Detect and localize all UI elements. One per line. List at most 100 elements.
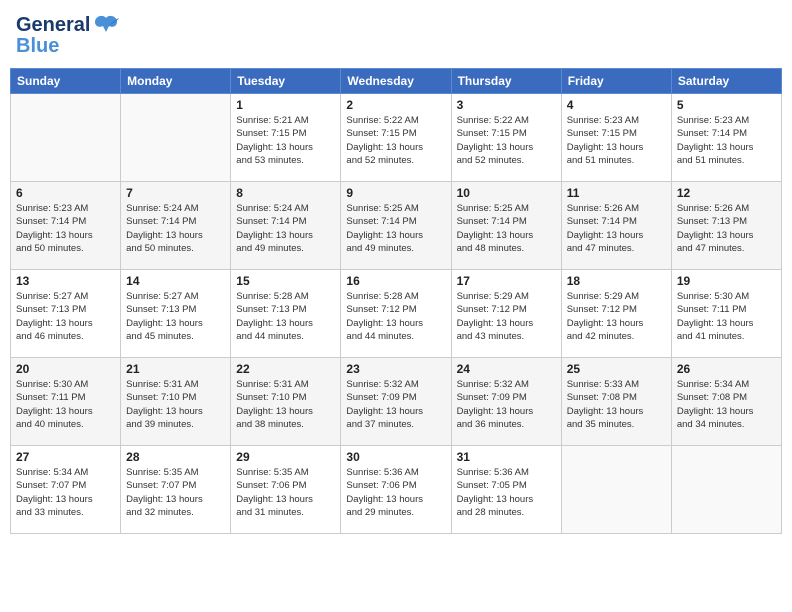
weekday-header-tuesday: Tuesday — [231, 69, 341, 94]
day-info: Sunrise: 5:31 AM Sunset: 7:10 PM Dayligh… — [126, 378, 225, 431]
day-number: 14 — [126, 274, 225, 288]
day-info: Sunrise: 5:32 AM Sunset: 7:09 PM Dayligh… — [457, 378, 556, 431]
calendar-day-cell: 12 Sunrise: 5:26 AM Sunset: 7:13 PM Dayli… — [671, 182, 781, 270]
calendar-day-cell — [561, 446, 671, 534]
day-number: 25 — [567, 362, 666, 376]
day-number: 30 — [346, 450, 445, 464]
calendar-day-cell: 1 Sunrise: 5:21 AM Sunset: 7:15 PM Daylig… — [231, 94, 341, 182]
day-number: 4 — [567, 98, 666, 112]
day-number: 2 — [346, 98, 445, 112]
calendar-day-cell: 16 Sunrise: 5:28 AM Sunset: 7:12 PM Dayli… — [341, 270, 451, 358]
day-info: Sunrise: 5:29 AM Sunset: 7:12 PM Dayligh… — [567, 290, 666, 343]
logo-bird-icon — [93, 14, 119, 36]
day-info: Sunrise: 5:33 AM Sunset: 7:08 PM Dayligh… — [567, 378, 666, 431]
calendar-day-cell: 14 Sunrise: 5:27 AM Sunset: 7:13 PM Dayli… — [121, 270, 231, 358]
day-number: 12 — [677, 186, 776, 200]
calendar-week-row: 20Sunrise: 5:30 AM Sunset: 7:11 PM Dayli… — [11, 358, 782, 446]
calendar-week-row: 1 Sunrise: 5:21 AM Sunset: 7:15 PM Daylig… — [11, 94, 782, 182]
day-number: 22 — [236, 362, 335, 376]
day-number: 19 — [677, 274, 776, 288]
calendar-day-cell: 30 Sunrise: 5:36 AM Sunset: 7:06 PM Dayli… — [341, 446, 451, 534]
day-number: 28 — [126, 450, 225, 464]
day-number: 3 — [457, 98, 556, 112]
calendar-day-cell: 4Sunrise: 5:23 AM Sunset: 7:15 PM Daylig… — [561, 94, 671, 182]
calendar-day-cell: 17 Sunrise: 5:29 AM Sunset: 7:12 PM Dayli… — [451, 270, 561, 358]
day-number: 29 — [236, 450, 335, 464]
day-info: Sunrise: 5:23 AM Sunset: 7:14 PM Dayligh… — [677, 114, 776, 167]
day-number: 8 — [236, 186, 335, 200]
logo: General Blue — [16, 14, 119, 56]
calendar-day-cell: 18 Sunrise: 5:29 AM Sunset: 7:12 PM Dayli… — [561, 270, 671, 358]
day-number: 21 — [126, 362, 225, 376]
day-info: Sunrise: 5:24 AM Sunset: 7:14 PM Dayligh… — [236, 202, 335, 255]
day-info: Sunrise: 5:27 AM Sunset: 7:13 PM Dayligh… — [126, 290, 225, 343]
weekday-header-saturday: Saturday — [671, 69, 781, 94]
day-info: Sunrise: 5:24 AM Sunset: 7:14 PM Dayligh… — [126, 202, 225, 255]
day-number: 18 — [567, 274, 666, 288]
day-number: 6 — [16, 186, 115, 200]
day-info: Sunrise: 5:35 AM Sunset: 7:06 PM Dayligh… — [236, 466, 335, 519]
day-info: Sunrise: 5:22 AM Sunset: 7:15 PM Dayligh… — [457, 114, 556, 167]
calendar-day-cell: 13 Sunrise: 5:27 AM Sunset: 7:13 PM Dayli… — [11, 270, 121, 358]
day-number: 10 — [457, 186, 556, 200]
day-info: Sunrise: 5:22 AM Sunset: 7:15 PM Dayligh… — [346, 114, 445, 167]
day-number: 23 — [346, 362, 445, 376]
calendar-week-row: 6Sunrise: 5:23 AM Sunset: 7:14 PM Daylig… — [11, 182, 782, 270]
weekday-header-friday: Friday — [561, 69, 671, 94]
calendar-week-row: 27 Sunrise: 5:34 AM Sunset: 7:07 PM Dayli… — [11, 446, 782, 534]
day-info: Sunrise: 5:34 AM Sunset: 7:08 PM Dayligh… — [677, 378, 776, 431]
calendar-day-cell: 27 Sunrise: 5:34 AM Sunset: 7:07 PM Dayli… — [11, 446, 121, 534]
day-number: 7 — [126, 186, 225, 200]
day-number: 26 — [677, 362, 776, 376]
calendar-day-cell: 6Sunrise: 5:23 AM Sunset: 7:14 PM Daylig… — [11, 182, 121, 270]
day-info: Sunrise: 5:26 AM Sunset: 7:13 PM Dayligh… — [677, 202, 776, 255]
calendar-day-cell: 3 Sunrise: 5:22 AM Sunset: 7:15 PM Daylig… — [451, 94, 561, 182]
calendar-table: SundayMondayTuesdayWednesdayThursdayFrid… — [10, 68, 782, 534]
calendar-day-cell: 5 Sunrise: 5:23 AM Sunset: 7:14 PM Daylig… — [671, 94, 781, 182]
day-info: Sunrise: 5:28 AM Sunset: 7:12 PM Dayligh… — [346, 290, 445, 343]
day-number: 16 — [346, 274, 445, 288]
day-number: 1 — [236, 98, 335, 112]
calendar-day-cell: 15 Sunrise: 5:28 AM Sunset: 7:13 PM Dayli… — [231, 270, 341, 358]
day-info: Sunrise: 5:25 AM Sunset: 7:14 PM Dayligh… — [457, 202, 556, 255]
weekday-header-thursday: Thursday — [451, 69, 561, 94]
calendar-day-cell: 28 Sunrise: 5:35 AM Sunset: 7:07 PM Dayli… — [121, 446, 231, 534]
day-info: Sunrise: 5:34 AM Sunset: 7:07 PM Dayligh… — [16, 466, 115, 519]
day-info: Sunrise: 5:30 AM Sunset: 7:11 PM Dayligh… — [677, 290, 776, 343]
day-number: 17 — [457, 274, 556, 288]
day-number: 24 — [457, 362, 556, 376]
calendar-day-cell — [11, 94, 121, 182]
calendar-week-row: 13 Sunrise: 5:27 AM Sunset: 7:13 PM Dayli… — [11, 270, 782, 358]
day-info: Sunrise: 5:26 AM Sunset: 7:14 PM Dayligh… — [567, 202, 666, 255]
day-info: Sunrise: 5:27 AM Sunset: 7:13 PM Dayligh… — [16, 290, 115, 343]
logo-text-blue: Blue — [16, 36, 119, 56]
day-number: 5 — [677, 98, 776, 112]
weekday-header-row: SundayMondayTuesdayWednesdayThursdayFrid… — [11, 69, 782, 94]
day-info: Sunrise: 5:35 AM Sunset: 7:07 PM Dayligh… — [126, 466, 225, 519]
day-number: 9 — [346, 186, 445, 200]
weekday-header-monday: Monday — [121, 69, 231, 94]
calendar-day-cell: 23 Sunrise: 5:32 AM Sunset: 7:09 PM Dayli… — [341, 358, 451, 446]
day-number: 13 — [16, 274, 115, 288]
calendar-day-cell: 31Sunrise: 5:36 AM Sunset: 7:05 PM Dayli… — [451, 446, 561, 534]
calendar-day-cell: 29 Sunrise: 5:35 AM Sunset: 7:06 PM Dayli… — [231, 446, 341, 534]
day-number: 20 — [16, 362, 115, 376]
calendar-day-cell: 20Sunrise: 5:30 AM Sunset: 7:11 PM Dayli… — [11, 358, 121, 446]
day-info: Sunrise: 5:29 AM Sunset: 7:12 PM Dayligh… — [457, 290, 556, 343]
calendar-day-cell: 21 Sunrise: 5:31 AM Sunset: 7:10 PM Dayli… — [121, 358, 231, 446]
day-info: Sunrise: 5:36 AM Sunset: 7:06 PM Dayligh… — [346, 466, 445, 519]
page-header: General Blue — [10, 10, 782, 60]
day-info: Sunrise: 5:28 AM Sunset: 7:13 PM Dayligh… — [236, 290, 335, 343]
calendar-day-cell: 11Sunrise: 5:26 AM Sunset: 7:14 PM Dayli… — [561, 182, 671, 270]
day-number: 31 — [457, 450, 556, 464]
day-info: Sunrise: 5:21 AM Sunset: 7:15 PM Dayligh… — [236, 114, 335, 167]
calendar-day-cell — [671, 446, 781, 534]
day-number: 27 — [16, 450, 115, 464]
calendar-day-cell: 25 Sunrise: 5:33 AM Sunset: 7:08 PM Dayli… — [561, 358, 671, 446]
calendar-day-cell: 2 Sunrise: 5:22 AM Sunset: 7:15 PM Daylig… — [341, 94, 451, 182]
day-info: Sunrise: 5:25 AM Sunset: 7:14 PM Dayligh… — [346, 202, 445, 255]
day-number: 15 — [236, 274, 335, 288]
calendar-day-cell: 26 Sunrise: 5:34 AM Sunset: 7:08 PM Dayli… — [671, 358, 781, 446]
day-info: Sunrise: 5:32 AM Sunset: 7:09 PM Dayligh… — [346, 378, 445, 431]
calendar-day-cell: 10 Sunrise: 5:25 AM Sunset: 7:14 PM Dayli… — [451, 182, 561, 270]
